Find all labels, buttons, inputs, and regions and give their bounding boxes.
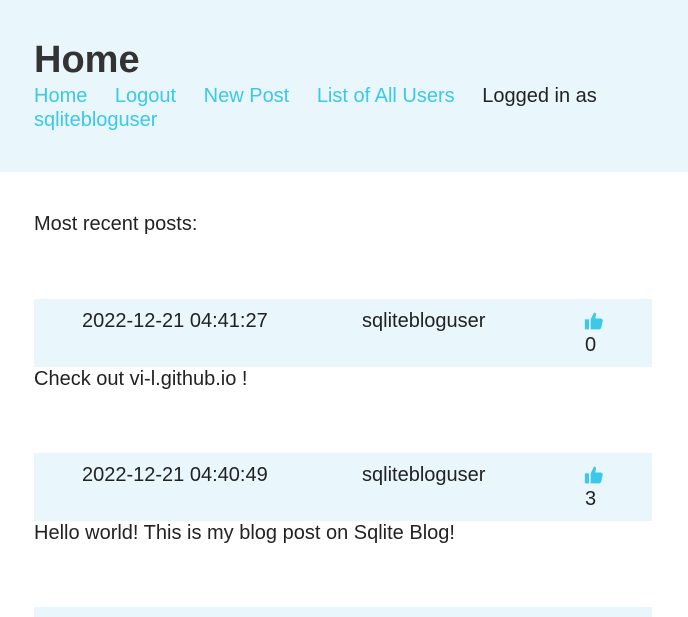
nav-username-link[interactable]: sqlitebloguser — [34, 109, 157, 131]
post-body: Hello world! This is my blog post on Sql… — [34, 522, 455, 544]
nav-logout-link[interactable]: Logout — [115, 85, 176, 107]
post-date: 2022-12-21 04:40:49 — [82, 464, 268, 486]
nav-list-users-link[interactable]: List of All Users — [317, 85, 455, 107]
nav-bar: Home Logout New Post List of All Users L… — [34, 84, 634, 132]
nav-new-post-link[interactable]: New Post — [204, 85, 290, 107]
post-header — [34, 607, 652, 617]
post-date: 2022-12-21 04:41:27 — [82, 310, 268, 332]
nav-home-link[interactable]: Home — [34, 85, 87, 107]
post-author: sqlitebloguser — [362, 464, 486, 486]
logged-in-label: Logged in as — [482, 85, 597, 107]
like-count: 3 — [585, 488, 597, 510]
post-body: Check out vi-l.github.io ! — [34, 368, 248, 390]
like-count: 0 — [585, 334, 597, 356]
thumbs-up-icon[interactable] — [584, 465, 604, 485]
post-header: 2022-12-21 04:41:27 sqlitebloguser 0 — [34, 299, 652, 367]
page-header: Home Home Logout New Post List of All Us… — [0, 0, 688, 172]
recent-posts-label: Most recent posts: — [34, 213, 198, 235]
page-title: Home — [34, 39, 140, 81]
thumbs-up-icon[interactable] — [584, 311, 604, 331]
post-header: 2022-12-21 04:40:49 sqlitebloguser 3 — [34, 453, 652, 521]
post-author: sqlitebloguser — [362, 310, 486, 332]
